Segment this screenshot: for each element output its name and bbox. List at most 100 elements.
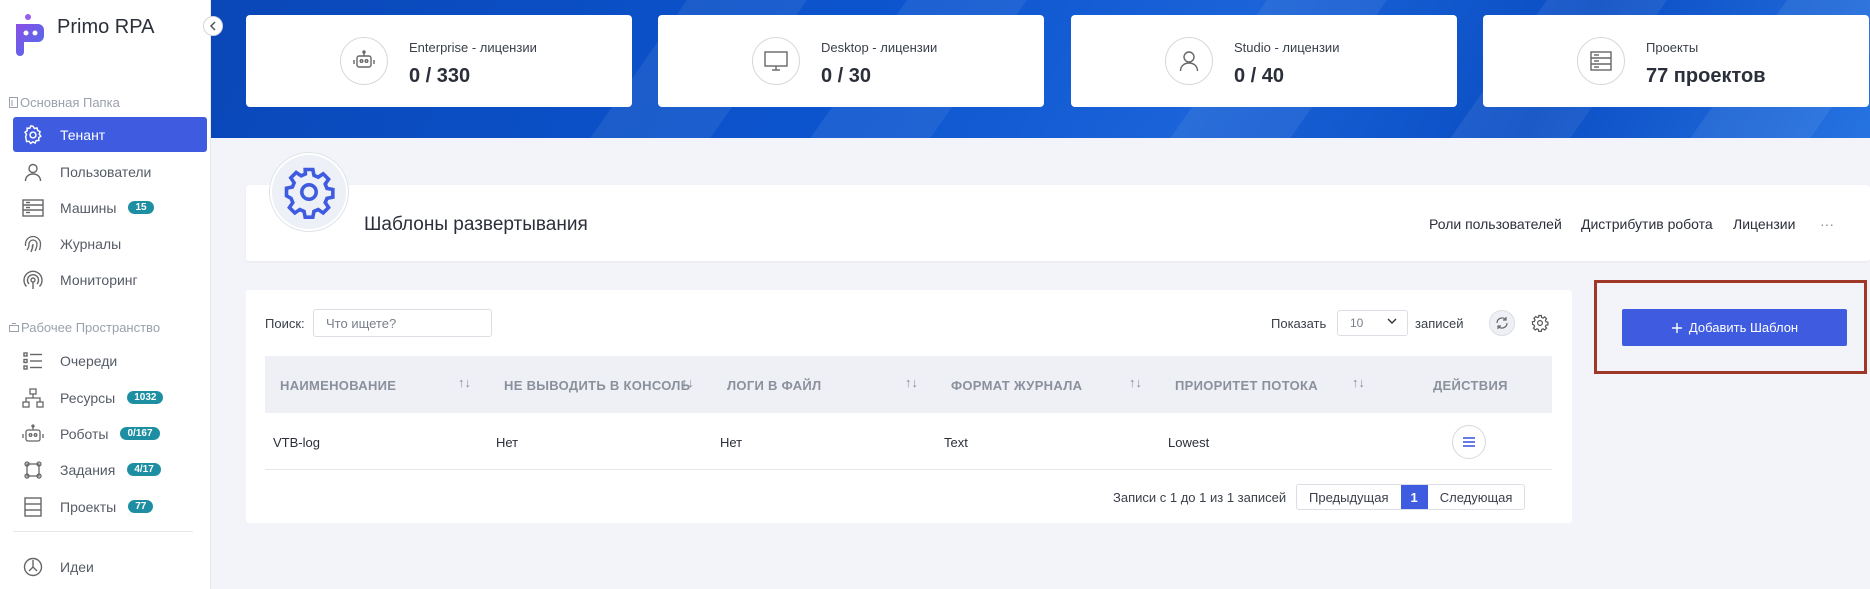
sidebar-item-ideas[interactable]: Идеи xyxy=(13,549,207,584)
page-gear-icon xyxy=(270,153,348,231)
tab-robot-distribution[interactable]: Дистрибутив робота xyxy=(1581,216,1713,232)
search-input[interactable] xyxy=(313,309,492,337)
stat-card-studio: Studio - лицензии 0 / 40 xyxy=(1071,15,1457,107)
sidebar-item-tasks[interactable]: Задания 4/17 xyxy=(13,452,207,487)
table-cell-no-console: Нет xyxy=(496,435,519,450)
stat-label: Проекты xyxy=(1646,40,1699,55)
list-icon xyxy=(21,349,45,373)
column-header-name[interactable]: НАИМЕНОВАНИЕ xyxy=(280,378,396,393)
column-header-log-format[interactable]: ФОРМАТ ЖУРНАЛА xyxy=(951,378,1082,393)
pagination-prev-button[interactable]: Предыдущая xyxy=(1297,485,1401,509)
robot-icon xyxy=(340,37,388,85)
column-header-no-console[interactable]: НЕ ВЫВОДИТЬ В КОНСОЛЬ xyxy=(504,378,690,393)
pagination-next-button[interactable]: Следующая xyxy=(1428,485,1525,509)
robots-count-badge: 0/167 xyxy=(120,427,160,440)
projects-count-badge: 77 xyxy=(128,500,154,513)
stat-value: 77 проектов xyxy=(1646,65,1766,87)
tasks-count-badge: 4/17 xyxy=(127,463,161,476)
table-cell-log-format: Text xyxy=(944,435,968,450)
table-cell-thread-priority: Lowest xyxy=(1168,435,1210,450)
stat-card-projects: Проекты 77 проектов xyxy=(1483,15,1869,107)
machines-count-badge: 15 xyxy=(128,201,154,214)
page-size-label: Показать xyxy=(1271,316,1327,331)
app-title: Primo RPA xyxy=(57,16,155,38)
sort-icon[interactable]: ↑↓ xyxy=(681,375,694,390)
sidebar-item-label: Роботы xyxy=(60,425,109,442)
stat-label: Studio - лицензии xyxy=(1234,40,1340,55)
compass-icon xyxy=(21,555,45,579)
plus-icon xyxy=(1671,322,1682,333)
chevron-left-icon xyxy=(209,21,216,31)
sidebar-item-resources[interactable]: Ресурсы 1032 xyxy=(13,380,207,415)
tab-licenses[interactable]: Лицензии xyxy=(1733,216,1795,232)
page-size-value: 10 xyxy=(1350,316,1364,330)
stat-label: Desktop - лицензии xyxy=(821,40,938,55)
gear-icon xyxy=(1531,314,1549,332)
page-title: Шаблоны развертывания xyxy=(364,214,588,235)
resources-count-badge: 1032 xyxy=(127,391,164,404)
broadcast-icon xyxy=(21,268,45,292)
row-actions-button[interactable] xyxy=(1452,425,1486,459)
tab-user-roles[interactable]: Роли пользователей xyxy=(1429,216,1562,232)
sidebar-item-projects[interactable]: Проекты 77 xyxy=(13,489,207,524)
sidebar-item-label: Идеи xyxy=(60,558,94,575)
sidebar-item-monitoring[interactable]: Мониторинг xyxy=(13,262,207,297)
stat-label: Enterprise - лицензии xyxy=(409,40,537,55)
tasks-icon xyxy=(21,458,45,482)
sidebar-item-label: Ресурсы xyxy=(60,389,116,406)
folder-icon xyxy=(9,97,18,108)
fingerprint-icon xyxy=(21,232,45,256)
sidebar-item-machines[interactable]: Машины 15 xyxy=(13,190,207,225)
section-main-folder: Основная Папка xyxy=(9,95,120,110)
projects-icon xyxy=(21,495,45,519)
sidebar-item-queues[interactable]: Очереди xyxy=(13,343,207,378)
table-cell-log-file: Нет xyxy=(720,435,743,450)
sidebar-item-journals[interactable]: Журналы xyxy=(13,226,207,261)
table-cell-name: VTB-log xyxy=(273,435,320,450)
sidebar-item-label: Тенант xyxy=(60,126,106,143)
more-tabs-button[interactable]: ··· xyxy=(1820,216,1834,232)
column-header-log-file[interactable]: ЛОГИ В ФАЙЛ xyxy=(727,378,821,393)
sitemap-icon xyxy=(21,386,45,410)
user-icon xyxy=(21,160,45,184)
sort-icon[interactable]: ↑↓ xyxy=(458,375,471,390)
chevron-down-icon xyxy=(1387,318,1397,324)
sort-icon[interactable]: ↑↓ xyxy=(1129,375,1142,390)
sort-icon[interactable]: ↑↓ xyxy=(1352,375,1365,390)
table-settings-button[interactable] xyxy=(1527,310,1553,336)
sidebar-item-label: Очереди xyxy=(60,352,118,369)
stat-value: 0 / 330 xyxy=(409,65,471,87)
sidebar-item-label: Проекты xyxy=(60,498,117,515)
gear-icon xyxy=(21,123,45,147)
pagination-page-1[interactable]: 1 xyxy=(1400,485,1428,509)
stat-value: 0 / 30 xyxy=(821,65,872,87)
sidebar-divider xyxy=(13,531,193,532)
sidebar-item-users[interactable]: Пользователи xyxy=(13,154,207,189)
sidebar-item-label: Мониторинг xyxy=(60,271,138,288)
sidebar-item-robots[interactable]: Роботы 0/167 xyxy=(13,416,207,451)
stat-card-desktop: Desktop - лицензии 0 / 30 xyxy=(658,15,1044,107)
sidebar: Primo RPA Основная Папка Тенант Пользова… xyxy=(0,0,211,589)
sidebar-item-tenant[interactable]: Тенант xyxy=(13,117,207,152)
page-size-select[interactable]: 10 xyxy=(1337,310,1408,336)
add-template-button[interactable]: Добавить Шаблон xyxy=(1622,309,1847,346)
stat-card-enterprise: Enterprise - лицензии 0 / 330 xyxy=(246,15,632,107)
sidebar-collapse-button[interactable] xyxy=(203,16,223,36)
pagination-info: Записи с 1 до 1 из 1 записей xyxy=(1113,490,1287,505)
pagination: Предыдущая 1 Следующая xyxy=(1296,484,1526,510)
sidebar-item-label: Машины xyxy=(60,199,117,216)
column-header-thread-priority[interactable]: ПРИОРИТЕТ ПОТОКА xyxy=(1175,378,1318,393)
refresh-icon xyxy=(1496,317,1508,329)
sort-icon[interactable]: ↑↓ xyxy=(905,375,918,390)
column-header-actions: ДЕЙСТВИЯ xyxy=(1433,378,1508,393)
workspace-icon xyxy=(9,323,19,332)
sidebar-item-label: Пользователи xyxy=(60,163,152,180)
refresh-button[interactable] xyxy=(1489,310,1515,336)
monitor-icon xyxy=(752,37,800,85)
logo-icon xyxy=(16,14,44,56)
user-icon xyxy=(1165,37,1213,85)
server-icon xyxy=(21,196,45,220)
projects-icon xyxy=(1577,37,1625,85)
menu-icon xyxy=(1463,437,1475,447)
robot-icon xyxy=(21,422,45,446)
